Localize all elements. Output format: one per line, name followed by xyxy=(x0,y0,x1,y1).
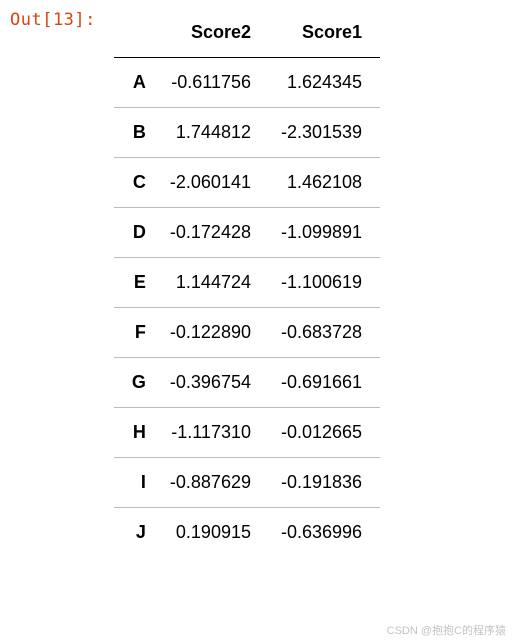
cell-value: -1.117310 xyxy=(158,408,269,458)
table-row: H -1.117310 -0.012665 xyxy=(114,408,380,458)
watermark-text: CSDN @抱抱C的程序猿 xyxy=(387,622,506,638)
cell-value: -1.099891 xyxy=(269,208,380,258)
cell-value: -0.012665 xyxy=(269,408,380,458)
column-header: Score1 xyxy=(269,8,380,58)
row-index: I xyxy=(114,458,158,508)
output-prompt: Out[13]: xyxy=(10,8,114,30)
cell-value: -0.611756 xyxy=(158,58,269,108)
row-index: F xyxy=(114,308,158,358)
cell-value: -1.100619 xyxy=(269,258,380,308)
cell-value: -2.060141 xyxy=(158,158,269,208)
row-index: E xyxy=(114,258,158,308)
column-header: Score2 xyxy=(158,8,269,58)
row-index: C xyxy=(114,158,158,208)
cell-value: 1.744812 xyxy=(158,108,269,158)
cell-value: -0.172428 xyxy=(158,208,269,258)
table-row: B 1.744812 -2.301539 xyxy=(114,108,380,158)
cell-value: 1.144724 xyxy=(158,258,269,308)
table-row: G -0.396754 -0.691661 xyxy=(114,358,380,408)
row-index: D xyxy=(114,208,158,258)
index-header xyxy=(114,8,158,58)
cell-value: 0.190915 xyxy=(158,508,269,558)
dataframe-output: Score2 Score1 A -0.611756 1.624345 B 1.7… xyxy=(114,8,508,557)
cell-value: -0.887629 xyxy=(158,458,269,508)
row-index: A xyxy=(114,58,158,108)
table-row: F -0.122890 -0.683728 xyxy=(114,308,380,358)
table-row: D -0.172428 -1.099891 xyxy=(114,208,380,258)
table-row: I -0.887629 -0.191836 xyxy=(114,458,380,508)
cell-value: 1.624345 xyxy=(269,58,380,108)
cell-value: -0.191836 xyxy=(269,458,380,508)
cell-value: -0.122890 xyxy=(158,308,269,358)
row-index: G xyxy=(114,358,158,408)
row-index: H xyxy=(114,408,158,458)
table-row: J 0.190915 -0.636996 xyxy=(114,508,380,558)
row-index: J xyxy=(114,508,158,558)
row-index: B xyxy=(114,108,158,158)
cell-value: 1.462108 xyxy=(269,158,380,208)
table-header-row: Score2 Score1 xyxy=(114,8,380,58)
cell-value: -0.683728 xyxy=(269,308,380,358)
table-row: E 1.144724 -1.100619 xyxy=(114,258,380,308)
cell-value: -2.301539 xyxy=(269,108,380,158)
jupyter-output-cell: Out[13]: Score2 Score1 A -0.611756 1.624… xyxy=(0,0,518,565)
cell-value: -0.636996 xyxy=(269,508,380,558)
dataframe-table: Score2 Score1 A -0.611756 1.624345 B 1.7… xyxy=(114,8,380,557)
cell-value: -0.396754 xyxy=(158,358,269,408)
table-row: A -0.611756 1.624345 xyxy=(114,58,380,108)
cell-value: -0.691661 xyxy=(269,358,380,408)
table-row: C -2.060141 1.462108 xyxy=(114,158,380,208)
